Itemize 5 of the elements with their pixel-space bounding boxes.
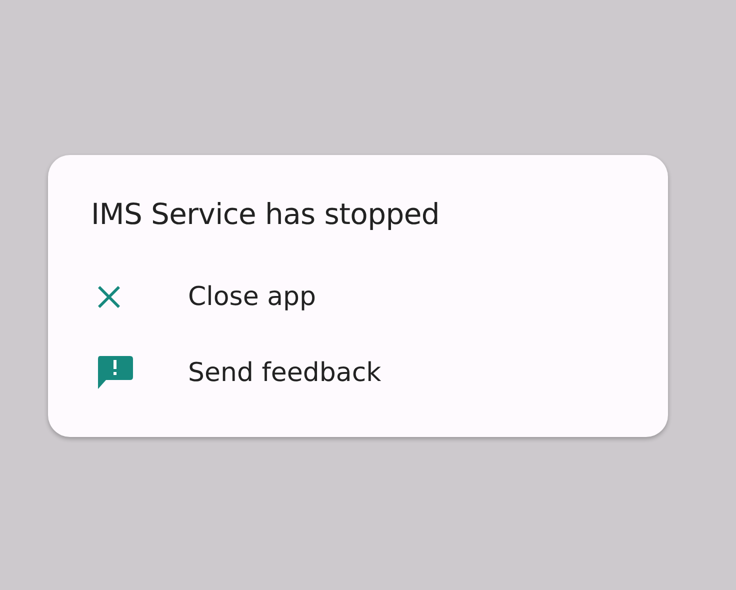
dialog-title: IMS Service has stopped [91, 197, 440, 231]
close-icon [97, 285, 121, 309]
action-item[interactable]: Close app [91, 259, 631, 335]
feedback-icon [97, 356, 133, 390]
action-item[interactable]: Send feedback [91, 335, 631, 411]
